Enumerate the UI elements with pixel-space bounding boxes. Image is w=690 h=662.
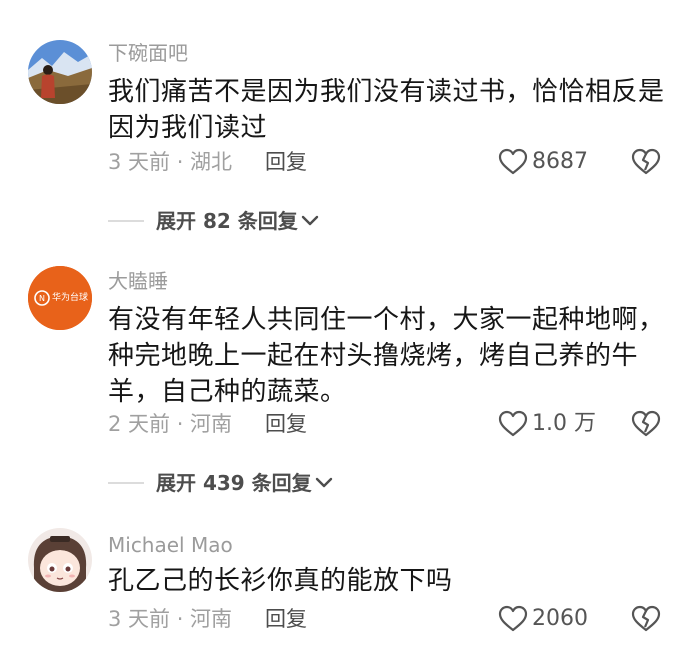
avatar[interactable] [28, 40, 92, 104]
comment-text: 孔乙己的长衫你真的能放下吗 [108, 566, 453, 596]
reply-button[interactable]: 回复 [265, 605, 307, 633]
username[interactable]: 下碗面吧 [108, 40, 188, 66]
avatar[interactable]: N 华为台球 [28, 266, 92, 330]
avatar[interactable] [28, 528, 92, 592]
expand-replies-button[interactable]: 展开 82 条回复 [108, 208, 320, 234]
dislike-button[interactable] [630, 148, 662, 176]
reply-button[interactable]: 回复 [265, 148, 307, 176]
like-count: 8687 [532, 149, 588, 174]
like-button[interactable]: 8687 [498, 148, 588, 176]
avatar-logo-text: 华为台球 [52, 291, 88, 303]
svg-text:N: N [39, 294, 45, 303]
heart-icon [498, 605, 528, 632]
comment-time-location: 2 天前 · 河南 [108, 412, 233, 436]
like-button[interactable]: 1.0 万 [498, 410, 596, 438]
reply-button[interactable]: 回复 [265, 410, 307, 438]
like-button[interactable]: 2060 [498, 605, 588, 633]
heart-icon [498, 148, 528, 175]
username[interactable]: Michael Mao [108, 532, 233, 558]
expand-replies-label: 展开 82 条回复 [156, 209, 298, 233]
comment-time-location: 3 天前 · 湖北 [108, 150, 233, 174]
expand-replies-button[interactable]: 展开 439 条回复 [108, 470, 334, 496]
expand-replies-label: 展开 439 条回复 [156, 471, 312, 495]
username[interactable]: 大瞌睡 [108, 268, 168, 294]
broken-heart-icon [631, 605, 661, 632]
comment-time-location: 3 天前 · 河南 [108, 607, 233, 631]
dislike-button[interactable] [630, 605, 662, 633]
heart-icon [498, 410, 528, 437]
broken-heart-icon [631, 410, 661, 437]
chevron-down-icon [315, 477, 332, 488]
comment-text: 有没有年轻人共同住一个村，大家一起种地啊，种完地晚上一起在村头撸烧烤，烤自己养的… [108, 305, 665, 407]
broken-heart-icon [631, 148, 661, 175]
divider [108, 220, 144, 222]
dislike-button[interactable] [630, 410, 662, 438]
like-count: 2060 [532, 606, 588, 631]
like-count: 1.0 万 [532, 411, 596, 436]
chevron-down-icon [301, 215, 318, 226]
divider [108, 482, 144, 484]
comment-text: 我们痛苦不是因为我们没有读过书，恰恰相反是因为我们读过 [108, 77, 665, 143]
